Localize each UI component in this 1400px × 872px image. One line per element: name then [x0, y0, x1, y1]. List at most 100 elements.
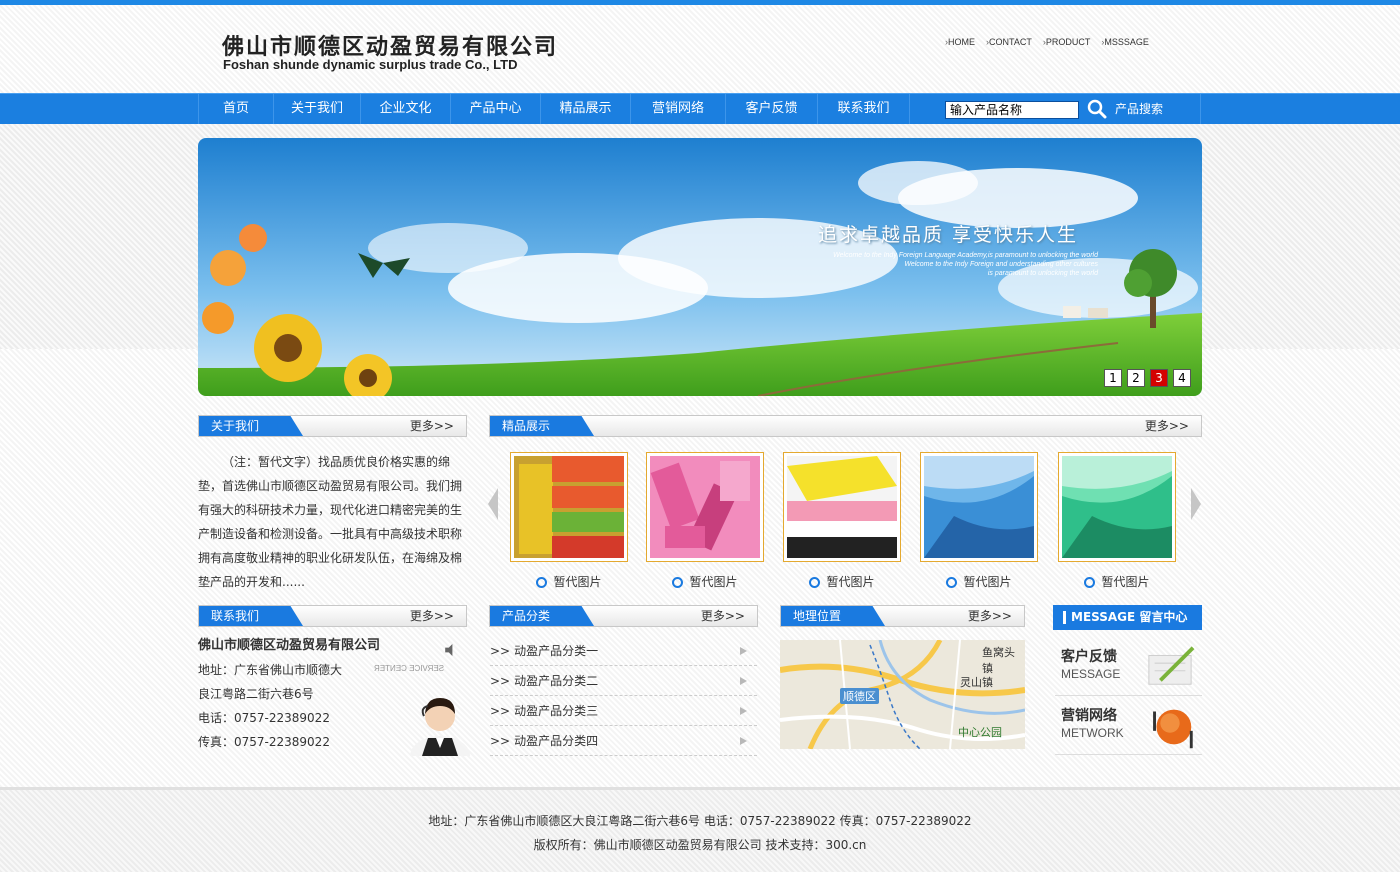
nav-item-showcase[interactable]: 精品展示: [541, 94, 631, 125]
logo-title-en: Foshan shunde dynamic surplus trade Co.,…: [223, 57, 518, 72]
double-chevron-icon: >>: [490, 674, 511, 688]
showcase-caption[interactable]: 暂代图片: [1058, 573, 1176, 590]
showcase-item[interactable]: 暂代图片: [920, 452, 1038, 590]
banner-page-2[interactable]: 2: [1127, 369, 1145, 387]
banner-slogan: 追求卓越品质 享受快乐人生: [818, 224, 1079, 246]
nav-item-contact[interactable]: 联系我们: [818, 94, 910, 125]
category-item[interactable]: >> 动盈产品分类一: [490, 636, 757, 666]
category-label: 动盈产品分类三: [514, 704, 599, 718]
category-item[interactable]: >> 动盈产品分类二: [490, 666, 757, 696]
categories-section-header: 产品分类 更多>>: [489, 605, 758, 627]
showcase-more-link[interactable]: 更多>>: [1145, 416, 1189, 436]
banner-page-4[interactable]: 4: [1173, 369, 1191, 387]
showcase-item[interactable]: 暂代图片: [783, 452, 901, 590]
nav-menu: 首页 关于我们 企业文化 产品中心 精品展示 营销网络 客户反馈 联系我们: [198, 94, 910, 125]
message-box-title: 营销网络: [1061, 708, 1117, 724]
double-chevron-icon: >>: [490, 734, 511, 748]
top-link-message[interactable]: MSSSAGE: [1101, 37, 1149, 47]
showcase-item[interactable]: 暂代图片: [1058, 452, 1176, 590]
service-center-label: SERVICE CENTER: [374, 664, 445, 673]
product-image: [787, 456, 897, 558]
message-box-title: 客户反馈: [1061, 649, 1117, 665]
location-map[interactable]: 鱼窝头镇 灵山镇 顺德区 中心公园: [780, 640, 1025, 749]
header: 佛山市顺德区动盈贸易有限公司 Foshan shunde dynamic sur…: [0, 5, 1400, 93]
top-link-product[interactable]: PRODUCT: [1043, 37, 1091, 47]
message-box-subtitle: METWORK: [1061, 726, 1124, 740]
category-label: 动盈产品分类四: [514, 734, 599, 748]
nav-item-products[interactable]: 产品中心: [451, 94, 541, 125]
double-chevron-icon: >>: [490, 644, 511, 658]
banner-pager: 1 2 3 4: [1104, 369, 1191, 387]
contact-title: 联系我们: [199, 606, 303, 626]
search-icon[interactable]: [1087, 99, 1107, 119]
category-item[interactable]: >> 动盈产品分类四: [490, 726, 757, 756]
banner-slideshow[interactable]: 追求卓越品质 享受快乐人生 Welcome to the Indy Foreig…: [198, 138, 1202, 396]
message-feedback-box[interactable]: 客户反馈 MESSAGE: [1055, 638, 1202, 696]
product-image: [924, 456, 1034, 558]
contact-info: 佛山市顺德区动盈贸易有限公司 地址：广东省佛山市顺德大 良江粤路二街六巷6号 电…: [198, 634, 470, 756]
chevron-right-icon: [740, 737, 747, 745]
customer-service-avatar: [410, 698, 470, 756]
nav-item-feedback[interactable]: 客户反馈: [726, 94, 818, 125]
about-more-link[interactable]: 更多>>: [410, 416, 454, 436]
category-label: 动盈产品分类二: [514, 674, 599, 688]
nav-item-about[interactable]: 关于我们: [274, 94, 361, 125]
chevron-right-icon: [740, 647, 747, 655]
search-button[interactable]: 产品搜索: [1115, 94, 1163, 124]
showcase-next-arrow-icon[interactable]: [1191, 488, 1201, 520]
showcase-title: 精品展示: [490, 416, 594, 436]
location-section-header: 地理位置 更多>>: [780, 605, 1025, 627]
main-nav: 首页 关于我们 企业文化 产品中心 精品展示 营销网络 客户反馈 联系我们 输入…: [0, 93, 1400, 125]
top-link-contact[interactable]: CONTACT: [986, 37, 1032, 47]
showcase-caption[interactable]: 暂代图片: [920, 573, 1038, 590]
speaker-icon: [445, 644, 453, 656]
globe-icon: [1153, 709, 1193, 749]
search-input[interactable]: 输入产品名称: [945, 101, 1079, 119]
chevron-right-icon: [740, 677, 747, 685]
category-label: 动盈产品分类一: [514, 644, 599, 658]
message-network-box[interactable]: 营销网络 METWORK: [1055, 697, 1202, 755]
categories-more-link[interactable]: 更多>>: [701, 606, 745, 626]
showcase-caption[interactable]: 暂代图片: [646, 573, 764, 590]
showcase-item[interactable]: 暂代图片: [646, 452, 764, 590]
message-center-header[interactable]: MESSAGE 留言中心: [1053, 605, 1202, 630]
showcase-section-header: 精品展示 更多>>: [489, 415, 1202, 437]
banner-subtext: Welcome to the Indy Foreign Language Aca…: [833, 252, 1098, 277]
banner-page-3[interactable]: 3: [1150, 369, 1168, 387]
nav-divider: [1200, 94, 1201, 125]
about-title: 关于我们: [199, 416, 303, 436]
showcase-caption[interactable]: 暂代图片: [510, 573, 628, 590]
top-link-home[interactable]: HOME: [945, 37, 975, 47]
categories-title: 产品分类: [490, 606, 594, 626]
location-title: 地理位置: [781, 606, 885, 626]
top-links: HOME CONTACT PRODUCT MSSSAGE: [945, 37, 1149, 47]
showcase-prev-arrow-icon[interactable]: [488, 488, 498, 520]
map-label: 鱼窝头镇: [982, 646, 1015, 675]
showcase-caption[interactable]: 暂代图片: [783, 573, 901, 590]
category-item[interactable]: >> 动盈产品分类三: [490, 696, 757, 726]
banner-page-1[interactable]: 1: [1104, 369, 1122, 387]
nav-item-home[interactable]: 首页: [198, 94, 274, 125]
nav-item-culture[interactable]: 企业文化: [361, 94, 451, 125]
showcase-item[interactable]: 暂代图片: [510, 452, 628, 590]
contact-company: 佛山市顺德区动盈贸易有限公司: [198, 638, 381, 653]
chevron-right-icon: [740, 707, 747, 715]
contact-more-link[interactable]: 更多>>: [410, 606, 454, 626]
footer-address: 地址：广东省佛山市顺德区大良江粤路二街六巷6号 电话：0757-22389022…: [428, 814, 972, 828]
nav-item-marketing[interactable]: 营销网络: [631, 94, 726, 125]
about-text: （注：暂代文字）找品质优良价格实惠的绵垫，首选佛山市顺德区动盈贸易有限公司。我们…: [198, 455, 463, 589]
product-image: [514, 456, 624, 558]
map-label: 灵山镇: [960, 676, 993, 689]
contact-section-header: 联系我们 更多>>: [198, 605, 467, 627]
map-label: 中心公园: [958, 726, 1002, 739]
pen-icon: [1148, 646, 1195, 685]
message-box-subtitle: MESSAGE: [1061, 667, 1121, 681]
location-more-link[interactable]: 更多>>: [968, 606, 1012, 626]
map-label: 顺德区: [840, 688, 879, 704]
double-chevron-icon: >>: [490, 704, 511, 718]
about-section-header: 关于我们 更多>>: [198, 415, 467, 437]
product-image: [650, 456, 760, 558]
footer-copyright: 版权所有：佛山市顺德区动盈贸易有限公司 技术支持：300.cn: [533, 838, 867, 852]
product-image: [1062, 456, 1172, 558]
footer: 地址：广东省佛山市顺德区大良江粤路二街六巷6号 电话：0757-22389022…: [0, 787, 1400, 872]
